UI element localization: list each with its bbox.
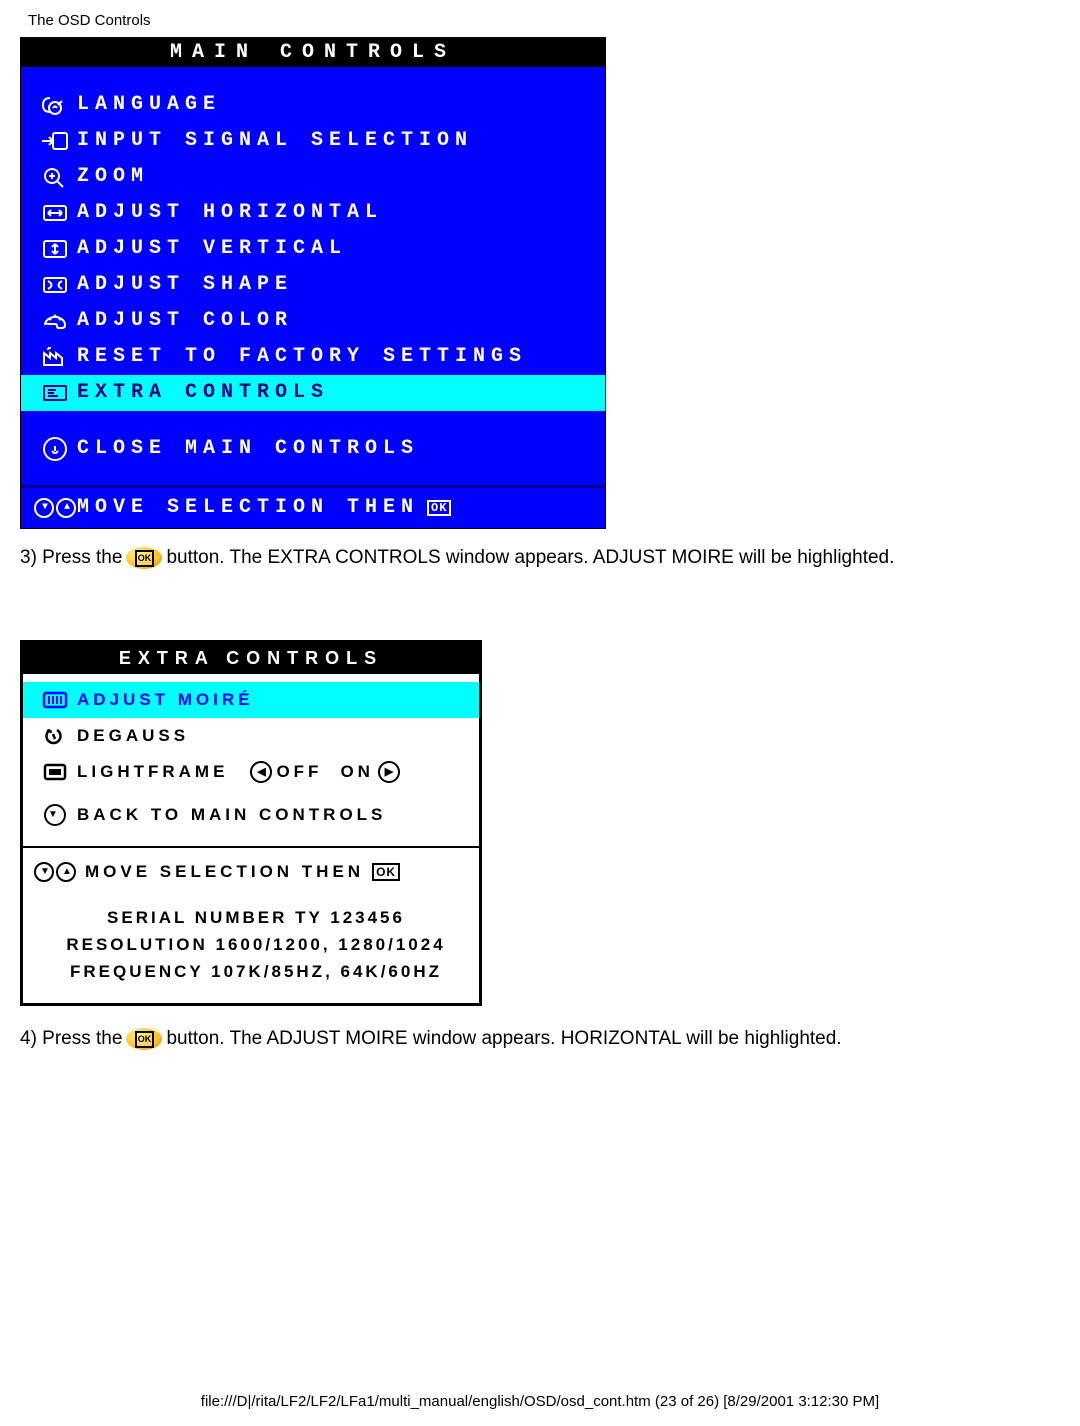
step3-prefix: 3) Press the bbox=[20, 545, 122, 572]
resolution-info: RESOLUTION 1600/1200, 1280/1024 bbox=[33, 931, 479, 958]
move-text: MOVE SELECTION THEN bbox=[85, 862, 364, 882]
vertical-icon bbox=[33, 238, 77, 260]
menu-label: ZOOM bbox=[77, 167, 149, 187]
extra-controls-footer: ▼▲ MOVE SELECTION THEN OK SERIAL NUMBER … bbox=[23, 846, 479, 1004]
menu-label: CLOSE MAIN CONTROLS bbox=[77, 439, 419, 459]
menu-label: ADJUST COLOR bbox=[77, 311, 293, 331]
input-signal-icon bbox=[33, 130, 77, 152]
menu-item-adjust-vertical[interactable]: ADJUST VERTICAL bbox=[21, 231, 605, 267]
horizontal-icon bbox=[33, 202, 77, 224]
menu-item-adjust-color[interactable]: ADJUST COLOR bbox=[21, 303, 605, 339]
menu-label: BACK TO MAIN CONTROLS bbox=[77, 805, 386, 825]
menu-item-adjust-shape[interactable]: ADJUST SHAPE bbox=[21, 267, 605, 303]
menu-item-reset[interactable]: RESET TO FACTORY SETTINGS bbox=[21, 339, 605, 375]
menu-label: RESET TO FACTORY SETTINGS bbox=[77, 347, 527, 367]
step3-suffix: button. The EXTRA CONTROLS window appear… bbox=[166, 545, 894, 572]
ok-indicator: OK bbox=[427, 500, 451, 516]
menu-item-adjust-horizontal[interactable]: ADJUST HORIZONTAL bbox=[21, 195, 605, 231]
shape-icon bbox=[33, 274, 77, 296]
lightframe-icon bbox=[33, 762, 77, 782]
step-3-text: 3) Press the OK button. The EXTRA CONTRO… bbox=[20, 545, 1060, 572]
step4-suffix: button. The ADJUST MOIRE window appears.… bbox=[166, 1026, 841, 1053]
main-controls-title: MAIN CONTROLS bbox=[21, 38, 605, 67]
language-icon bbox=[33, 94, 77, 116]
menu-label: INPUT SIGNAL SELECTION bbox=[77, 131, 473, 151]
menu-item-zoom[interactable]: ZOOM bbox=[21, 159, 605, 195]
lightframe-label: LIGHTFRAME bbox=[77, 762, 228, 782]
updown-icon: ▼▲ bbox=[33, 862, 77, 882]
footer-text: MOVE SELECTION THEN bbox=[77, 498, 419, 518]
main-controls-footer: ▼▲ MOVE SELECTION THEN OK bbox=[21, 485, 605, 528]
lightframe-off[interactable]: ◀ OFF bbox=[246, 761, 322, 783]
menu-item-extra-controls[interactable]: EXTRA CONTROLS bbox=[21, 375, 605, 411]
step-4-text: 4) Press the OK button. The ADJUST MOIRE… bbox=[20, 1026, 1060, 1053]
left-arrow-icon: ◀ bbox=[250, 761, 272, 783]
menu-label: ADJUST VERTICAL bbox=[77, 239, 347, 259]
extra-controls-title: EXTRA CONTROLS bbox=[23, 643, 479, 674]
menu-item-input-signal[interactable]: INPUT SIGNAL SELECTION bbox=[21, 123, 605, 159]
step4-prefix: 4) Press the bbox=[20, 1026, 122, 1053]
menu-item-language[interactable]: LANGUAGE bbox=[21, 87, 605, 123]
ok-button-icon: OK bbox=[126, 547, 162, 569]
extra-controls-icon bbox=[33, 382, 77, 404]
menu-label: EXTRA CONTROLS bbox=[77, 383, 329, 403]
serial-number: SERIAL NUMBER TY 123456 bbox=[33, 904, 479, 931]
page-header: The OSD Controls bbox=[28, 12, 1060, 29]
frequency-info: FREQUENCY 107K/85HZ, 64K/60HZ bbox=[33, 958, 479, 985]
ok-indicator: OK bbox=[372, 863, 400, 881]
menu-label: LANGUAGE bbox=[77, 95, 221, 115]
menu-label: ADJUST MOIRÉ bbox=[77, 690, 253, 710]
main-controls-osd: MAIN CONTROLS LANGUAGE INPUT SIGNAL SELE… bbox=[20, 37, 606, 529]
menu-item-back[interactable]: ▼ BACK TO MAIN CONTROLS bbox=[23, 790, 479, 840]
menu-item-degauss[interactable]: DEGAUSS bbox=[23, 718, 479, 754]
degauss-icon bbox=[33, 726, 77, 746]
menu-label: DEGAUSS bbox=[77, 726, 189, 746]
moire-icon bbox=[33, 690, 77, 710]
page-footer: file:///D|/rita/LF2/LF2/LFa1/multi_manua… bbox=[20, 1393, 1060, 1426]
menu-label: ADJUST HORIZONTAL bbox=[77, 203, 383, 223]
close-icon bbox=[33, 437, 77, 461]
extra-controls-osd: EXTRA CONTROLS ADJUST MOIRÉ DEGAUSS LI bbox=[20, 640, 482, 1007]
ok-button-icon: OK bbox=[126, 1028, 162, 1050]
menu-item-adjust-moire[interactable]: ADJUST MOIRÉ bbox=[23, 682, 479, 718]
factory-icon bbox=[33, 346, 77, 368]
menu-item-close[interactable]: CLOSE MAIN CONTROLS bbox=[21, 431, 605, 467]
right-arrow-icon: ▶ bbox=[378, 761, 400, 783]
menu-item-lightframe[interactable]: LIGHTFRAME ◀ OFF ON ▶ bbox=[23, 754, 479, 790]
zoom-icon bbox=[33, 166, 77, 188]
menu-label: ADJUST SHAPE bbox=[77, 275, 293, 295]
lightframe-on[interactable]: ON ▶ bbox=[340, 761, 404, 783]
back-icon: ▼ bbox=[33, 804, 77, 826]
updown-icon: ▼▲ bbox=[33, 498, 77, 518]
color-icon bbox=[33, 310, 77, 332]
